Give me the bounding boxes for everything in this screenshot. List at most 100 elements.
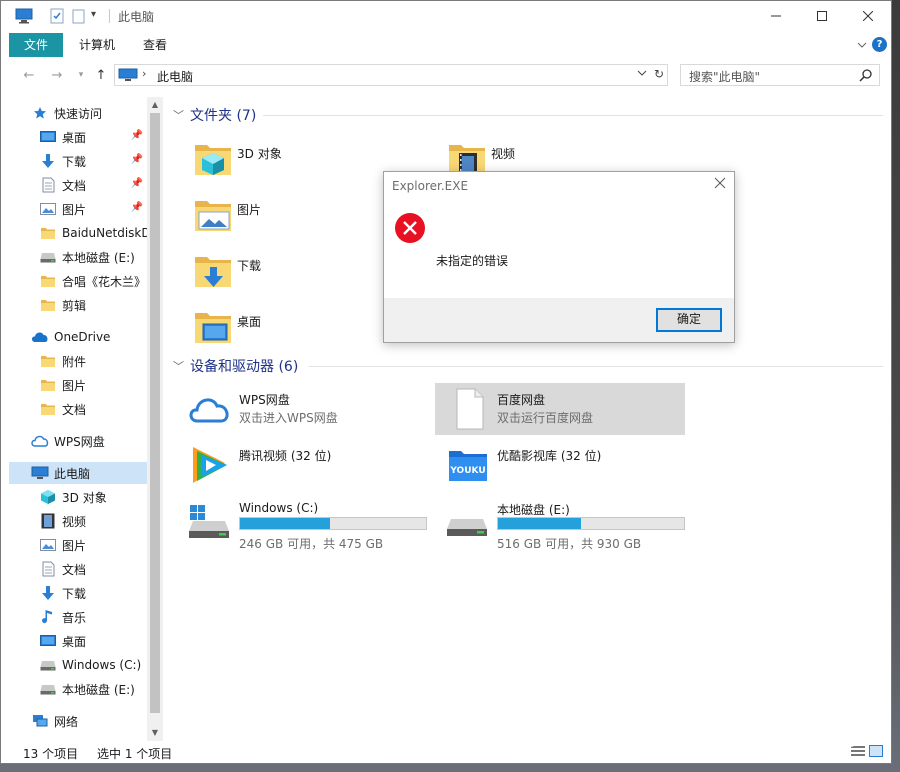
sidebar-item[interactable]: 文档 📌 — [9, 174, 147, 196]
sidebar-item[interactable]: 桌面 — [9, 630, 147, 652]
drive-item[interactable]: Windows (C:) 246 GB 可用，共 475 GB — [177, 493, 427, 555]
drive-icon — [39, 249, 57, 265]
customize-quick-access-icon[interactable]: ▾ — [91, 9, 107, 25]
pin-icon[interactable]: 📌 — [131, 178, 143, 189]
youku-folder-icon: YOUKU — [445, 443, 491, 487]
cube-folder-icon — [191, 137, 235, 181]
minimize-icon — [771, 15, 781, 17]
drive-name: Windows (C:) — [239, 501, 319, 515]
wps-cloud-icon — [187, 387, 233, 431]
ribbon-tabs: 文件 计算机 查看 ? — [1, 31, 891, 57]
recent-locations-icon[interactable]: ▾ — [73, 67, 89, 83]
collapse-chevron-icon[interactable]: ﹀ — [173, 358, 184, 374]
sidebar-item-label: 3D 对象 — [62, 490, 107, 505]
sidebar-item[interactable]: 网络 — [9, 710, 147, 732]
sidebar-item[interactable]: BaiduNetdiskD — [9, 222, 147, 244]
dialog-message: 未指定的错误 — [436, 254, 509, 268]
window-title: 此电脑 — [118, 10, 155, 24]
minimize-button[interactable] — [753, 1, 799, 31]
pin-icon[interactable]: 📌 — [131, 202, 143, 213]
sidebar-item[interactable]: 图片 📌 — [9, 198, 147, 220]
navigation-pane: 快速访问 桌面 📌 下载 📌 文档 📌 图片 📌 BaiduNetdiskD 本地磁盘 (E:) 合唱… — [9, 97, 147, 741]
device-item[interactable]: YOUKU 优酷影视库 (32 位) — [435, 439, 685, 491]
dialog-close-button[interactable] — [714, 177, 726, 192]
search-box[interactable]: 搜索"此电脑" — [680, 64, 880, 86]
device-item[interactable]: WPS网盘 双击进入WPS网盘 — [177, 383, 427, 435]
sidebar-item[interactable]: 音乐 — [9, 606, 147, 628]
sidebar-item[interactable]: 图片 — [9, 374, 147, 396]
maximize-icon — [817, 11, 827, 21]
search-icon[interactable] — [859, 68, 873, 85]
sidebar-item[interactable]: Windows (C:) — [9, 654, 147, 676]
sidebar-item[interactable]: 快速访问 — [9, 102, 147, 124]
refresh-icon[interactable]: ↻ — [654, 67, 664, 81]
close-button[interactable] — [845, 1, 891, 31]
sidebar-item[interactable]: 本地磁盘 (E:) — [9, 678, 147, 700]
device-name: 百度网盘 — [497, 393, 546, 407]
sidebar-item[interactable]: 本地磁盘 (E:) — [9, 246, 147, 268]
sidebar-item[interactable]: 3D 对象 — [9, 486, 147, 508]
computer-icon — [118, 68, 138, 85]
maximize-button[interactable] — [799, 1, 845, 31]
collapse-chevron-icon[interactable]: ﹀ — [173, 107, 184, 123]
sidebar-item-label: 图片 — [62, 538, 87, 553]
title-bar: ▾ 此电脑 — [1, 1, 891, 31]
blank-file-icon — [445, 387, 491, 431]
drive-name: 本地磁盘 (E:) — [497, 503, 570, 517]
sidebar-item[interactable]: 桌面 📌 — [9, 126, 147, 148]
device-description: 双击运行百度网盘 — [497, 411, 594, 425]
sidebar-item[interactable]: 文档 — [9, 558, 147, 580]
sidebar-item[interactable]: 下载 📌 — [9, 150, 147, 172]
scroll-down-arrow-icon[interactable]: ▼ — [150, 728, 160, 738]
address-bar[interactable]: › 此电脑 ↻ — [114, 64, 668, 86]
search-placeholder[interactable]: 搜索"此电脑" — [689, 68, 760, 85]
folders-group-title: 文件夹 (7) — [190, 108, 257, 124]
document-icon — [39, 561, 57, 577]
folder-name: 视频 — [491, 147, 516, 161]
sidebar-item[interactable]: 图片 — [9, 534, 147, 556]
sidebar-item-label: 合唱《花木兰》 — [62, 274, 147, 289]
breadcrumb-this-pc[interactable]: 此电脑 — [157, 68, 193, 85]
sidebar-item[interactable]: WPS网盘 — [9, 430, 147, 452]
expand-ribbon-icon[interactable] — [857, 38, 867, 52]
forward-arrow-icon[interactable]: → — [49, 67, 65, 83]
tab-computer[interactable]: 计算机 — [65, 33, 129, 57]
sidebar-scroll-thumb[interactable] — [150, 113, 160, 713]
help-icon[interactable]: ? — [872, 37, 887, 52]
up-arrow-icon[interactable]: ↑ — [93, 67, 109, 83]
cloud-icon — [31, 329, 49, 345]
watermark-text: 知乎 @JUST — [722, 724, 876, 754]
sidebar-item-label: 图片 — [62, 202, 87, 217]
drive-item[interactable]: 本地磁盘 (E:) 516 GB 可用，共 930 GB — [435, 493, 685, 555]
device-item[interactable]: 百度网盘双击运行百度网盘 — [435, 383, 685, 435]
scroll-up-arrow-icon[interactable]: ▲ — [150, 100, 160, 110]
sidebar-item[interactable]: OneDrive — [9, 326, 147, 348]
address-dropdown-icon[interactable] — [637, 67, 647, 80]
sidebar-item[interactable]: 剪辑 — [9, 294, 147, 316]
tab-file[interactable]: 文件 — [9, 33, 64, 57]
selection-count: 选中 1 个项目 — [97, 747, 173, 761]
sidebar-item[interactable]: 此电脑 — [9, 462, 147, 484]
new-folder-icon[interactable] — [71, 8, 87, 24]
sidebar-item[interactable]: 合唱《花木兰》 — [9, 270, 147, 292]
tab-view[interactable]: 查看 — [129, 33, 181, 57]
sidebar-scrollbar[interactable]: ▲ ▼ — [147, 97, 163, 741]
navigation-bar: ← → ▾ ↑ › 此电脑 ↻ 搜索"此电脑" — [1, 59, 891, 91]
properties-icon[interactable] — [49, 8, 65, 24]
sidebar-item-label: 此电脑 — [54, 466, 91, 481]
devices-group-header[interactable]: ﹀ 设备和驱动器 (6) — [173, 356, 298, 376]
sidebar-item[interactable]: 下载 — [9, 582, 147, 604]
breadcrumb-chevron-icon[interactable]: › — [142, 67, 146, 80]
device-item[interactable]: 腾讯视频 (32 位) — [177, 439, 427, 491]
picture-icon — [39, 537, 57, 553]
folders-group-header[interactable]: ﹀ 文件夹 (7) — [173, 105, 256, 125]
back-arrow-icon[interactable]: ← — [21, 67, 37, 83]
download-arrow-icon — [39, 153, 57, 169]
pin-icon[interactable]: 📌 — [131, 154, 143, 165]
ok-button[interactable]: 确定 — [656, 308, 722, 332]
sidebar-item[interactable]: 附件 — [9, 350, 147, 372]
windows-drive-icon — [187, 497, 233, 541]
sidebar-item[interactable]: 视频 — [9, 510, 147, 532]
sidebar-item[interactable]: 文档 — [9, 398, 147, 420]
pin-icon[interactable]: 📌 — [131, 130, 143, 141]
